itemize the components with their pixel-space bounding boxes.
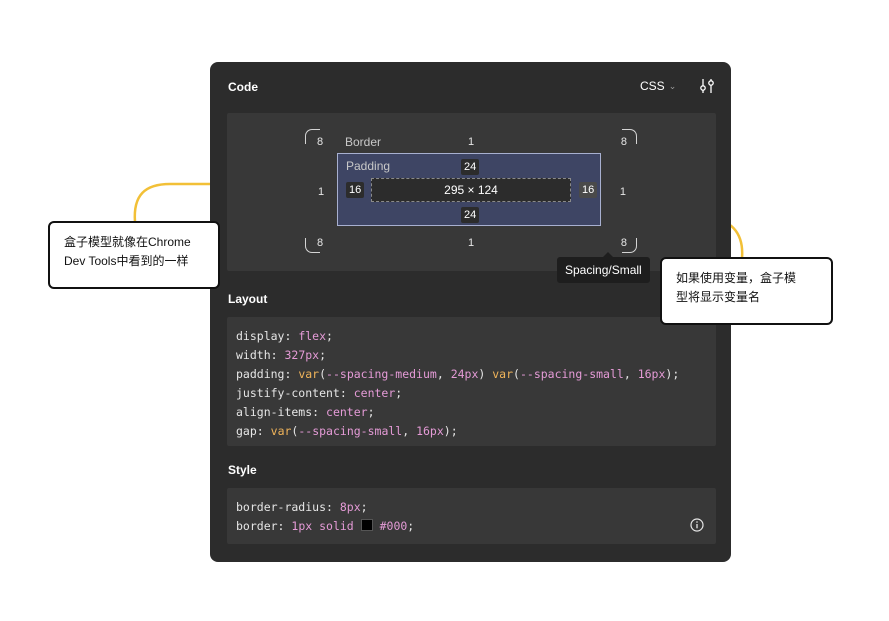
code-punct: ; — [407, 519, 415, 533]
left-callout: 盒子模型就像在Chrome Dev Tools中看到的一样 — [48, 221, 220, 289]
code-token: ( — [319, 367, 327, 381]
code-token: : — [312, 405, 327, 419]
layout-title: Layout — [228, 292, 268, 306]
box-model-area: 8 8 8 8 Border 1 1 1 1 Padding 24 16 295… — [227, 113, 716, 283]
code-token: 16px — [637, 367, 666, 381]
radius-top-right[interactable]: 8 — [621, 136, 627, 148]
callout-text: 型将显示变量名 — [676, 290, 761, 304]
code-token: 16px — [416, 424, 444, 438]
padding-label: Padding — [346, 159, 391, 173]
code-token: justify-content — [236, 386, 340, 400]
code-token: border — [236, 519, 278, 533]
border-top-value[interactable]: 1 — [468, 136, 474, 148]
code-token: : — [339, 386, 354, 400]
panel-title: Code — [228, 80, 258, 94]
code-token: ; — [326, 329, 333, 343]
padding-right-value[interactable]: 16 — [579, 182, 598, 198]
style-title: Style — [228, 463, 257, 477]
code-line: gap: var(--spacing-small, 16px); — [236, 422, 707, 441]
code-token: : — [284, 329, 299, 343]
code-token: , — [402, 424, 417, 438]
border-box: 8 8 8 8 Border 1 1 1 1 Padding 24 16 295… — [305, 129, 637, 253]
code-token: ; — [319, 348, 327, 362]
code-token: ); — [443, 424, 458, 438]
code-token: 1px solid — [291, 519, 361, 533]
border-label: Border — [345, 135, 382, 149]
color-swatch — [360, 519, 373, 531]
padding-left-value[interactable]: 16 — [346, 182, 365, 198]
padding-box: Padding 24 16 295 × 124 16 24 — [337, 153, 601, 226]
code-token: gap — [236, 424, 257, 438]
code-token: ; — [360, 500, 368, 514]
code-token: : — [256, 424, 271, 438]
code-token: : — [270, 348, 285, 362]
radius-bottom-right[interactable]: 8 — [621, 237, 627, 249]
code-line: border-radius: 8px; — [236, 498, 707, 517]
code-token: var — [298, 367, 320, 381]
code-token: ); — [665, 367, 680, 381]
style-code-block[interactable]: border-radius: 8px; border: 1px solid #0… — [227, 488, 716, 544]
code-token: 8px — [339, 500, 361, 514]
code-token: 327px — [284, 348, 320, 362]
code-line: width: 327px; — [236, 346, 707, 365]
code-token: flex — [298, 329, 327, 343]
code-token: , — [623, 367, 638, 381]
code-token: var — [270, 424, 292, 438]
code-line: border: 1px solid #000; — [236, 517, 707, 536]
code-token: center — [326, 405, 368, 419]
padding-bottom-value[interactable]: 24 — [461, 207, 480, 223]
code-token: ; — [367, 405, 375, 419]
radius-bottom-left[interactable]: 8 — [317, 237, 323, 249]
code-token: --spacing-small — [298, 424, 403, 438]
content-size[interactable]: 295 × 124 — [371, 178, 571, 202]
code-token: border-radius — [236, 500, 327, 514]
border-bottom-value[interactable]: 1 — [468, 237, 474, 249]
code-token: display — [236, 329, 285, 343]
layout-code-block[interactable]: display: flex; width: 327px; padding: var(… — [227, 317, 716, 446]
info-icon[interactable] — [690, 518, 704, 532]
code-token: : — [277, 519, 292, 533]
code-token: ( — [513, 367, 520, 381]
code-token: align-items — [236, 405, 313, 419]
radius-top-left[interactable]: 8 — [317, 136, 323, 148]
padding-top-value[interactable]: 24 — [461, 159, 480, 175]
callout-text: 如果使用变量，盒子模 — [676, 271, 797, 285]
language-select[interactable]: CSS ⌄ — [640, 79, 676, 93]
code-token: --spacing-small — [519, 367, 624, 381]
code-panel: Code CSS ⌄ 8 8 8 8 Border 1 1 1 1 Paddin… — [210, 62, 731, 562]
code-token: 24px — [450, 367, 479, 381]
code-token: : — [284, 367, 299, 381]
code-token: ; — [395, 386, 403, 400]
language-value: CSS — [640, 79, 665, 93]
code-token: var — [492, 367, 514, 381]
code-token: padding — [236, 367, 285, 381]
code-line: justify-content: center; — [236, 384, 707, 403]
variable-tooltip: Spacing/Small — [557, 252, 650, 283]
code-token: width — [236, 348, 271, 362]
code-token: , — [436, 367, 451, 381]
code-line: align-items: center; — [236, 403, 707, 422]
code-token: --spacing-medium — [326, 367, 437, 381]
callout-text: 盒子模型就像在Chrome — [64, 235, 191, 249]
code-token: center — [353, 386, 396, 400]
code-token: : — [326, 500, 340, 514]
border-right-value[interactable]: 1 — [620, 186, 626, 198]
right-callout: 如果使用变量，盒子模 型将显示变量名 — [660, 257, 833, 325]
code-token: ) — [478, 367, 493, 381]
chevron-down-icon: ⌄ — [668, 80, 677, 91]
code-line: display: flex; — [236, 327, 707, 346]
border-left-value[interactable]: 1 — [318, 186, 324, 198]
sliders-icon[interactable] — [698, 77, 716, 95]
callout-text: Dev Tools中看到的一样 — [64, 254, 189, 268]
color-value: #000 — [379, 519, 408, 533]
code-line: padding: var(--spacing-medium, 24px) var… — [236, 365, 707, 384]
